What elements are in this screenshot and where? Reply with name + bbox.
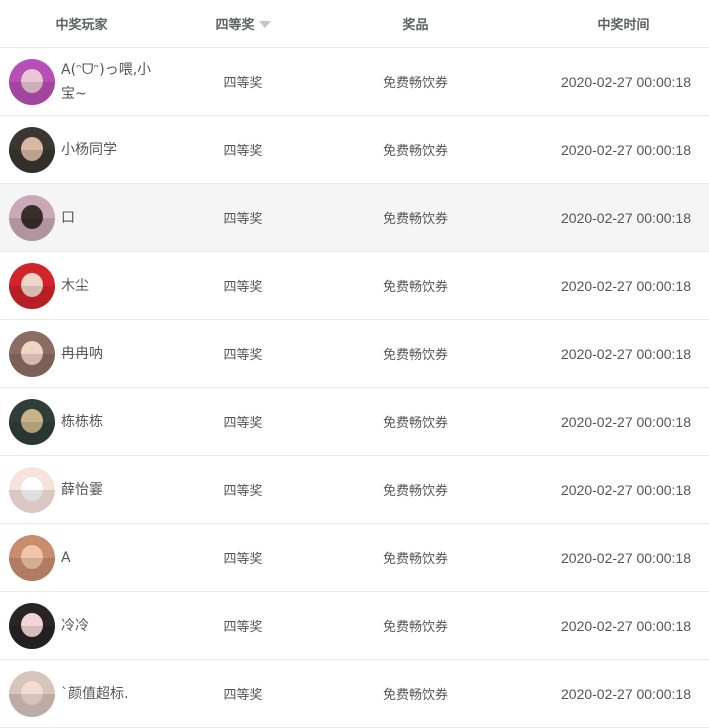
avatar	[9, 194, 55, 241]
prize-name: 免费畅饮券	[382, 416, 448, 431]
prize-name: 免费畅饮券	[382, 620, 448, 635]
win-time: 2020-02-27 00:00:18	[561, 209, 691, 226]
table-row: 小杨同学 四等奖 免费畅饮券 2020-02-27 00:00:18	[0, 116, 709, 184]
avatar-shade	[9, 81, 55, 105]
win-time: 2020-02-27 00:00:18	[561, 73, 691, 90]
column-header-level[interactable]: 四等奖	[163, 14, 323, 33]
player-name: 薛怡霎	[61, 481, 103, 498]
win-time: 2020-02-27 00:00:18	[561, 685, 691, 702]
prize-name: 免费畅饮券	[382, 212, 448, 227]
avatar	[9, 58, 55, 105]
player-name: 栋栋栋	[61, 413, 103, 430]
table-row: 冉冉呐 四等奖 免费畅饮券 2020-02-27 00:00:18	[0, 320, 709, 388]
player-cell: 栋栋栋	[0, 398, 163, 445]
player-name: 口	[61, 209, 75, 226]
prize-level: 四等奖	[223, 484, 263, 499]
prize-level: 四等奖	[223, 348, 263, 363]
player-name: A(ᵔᗜᵔ)っ喂,小宝~	[61, 61, 152, 102]
avatar	[9, 534, 55, 581]
win-time: 2020-02-27 00:00:18	[561, 617, 691, 634]
player-cell: 冷冷	[0, 602, 163, 649]
win-time: 2020-02-27 00:00:18	[561, 277, 691, 294]
avatar-shade	[9, 625, 55, 649]
prize-level: 四等奖	[223, 280, 263, 295]
player-cell: 小杨同学	[0, 126, 163, 173]
table-row: 口 四等奖 免费畅饮券 2020-02-27 00:00:18	[0, 184, 709, 252]
level-filter-dropdown[interactable]: 四等奖	[215, 14, 271, 33]
win-time: 2020-02-27 00:00:18	[561, 549, 691, 566]
prize-name: 免费畅饮券	[382, 280, 448, 295]
player-name: 小杨同学	[61, 141, 117, 158]
avatar-shade	[9, 149, 55, 173]
table-row: 栋栋栋 四等奖 免费畅饮券 2020-02-27 00:00:18	[0, 388, 709, 456]
column-header-level-label: 四等奖	[215, 18, 255, 33]
prize-name: 免费畅饮券	[382, 552, 448, 567]
column-header-prize: 奖品	[402, 18, 429, 33]
player-name: A	[61, 549, 71, 566]
avatar	[9, 262, 55, 309]
prize-name: 免费畅饮券	[382, 688, 448, 703]
table-row: 薛怡霎 四等奖 免费畅饮券 2020-02-27 00:00:18	[0, 456, 709, 524]
avatar-shade	[9, 557, 55, 581]
player-name: 冷冷	[61, 617, 89, 634]
column-header-time: 中奖时间	[597, 18, 650, 33]
avatar	[9, 466, 55, 513]
winners-table: 中奖玩家 四等奖 奖品 中奖时间 A(ᵔᗜᵔ)っ喂,小宝~ 四等奖 免费畅饮券 202…	[0, 0, 709, 728]
player-cell: 冉冉呐	[0, 330, 163, 377]
avatar	[9, 126, 55, 173]
prize-level: 四等奖	[223, 144, 263, 159]
avatar-shade	[9, 693, 55, 717]
table-row: 冷冷 四等奖 免费畅饮券 2020-02-27 00:00:18	[0, 592, 709, 660]
win-time: 2020-02-27 00:00:18	[561, 413, 691, 430]
player-cell: A(ᵔᗜᵔ)っ喂,小宝~	[0, 58, 163, 106]
avatar	[9, 602, 55, 649]
column-header-player: 中奖玩家	[55, 18, 108, 33]
prize-level: 四等奖	[223, 416, 263, 431]
win-time: 2020-02-27 00:00:18	[561, 141, 691, 158]
avatar	[9, 330, 55, 377]
avatar-shade	[9, 353, 55, 377]
prize-name: 免费畅饮券	[382, 484, 448, 499]
player-name: 冉冉呐	[61, 345, 103, 362]
avatar	[9, 670, 55, 717]
prize-level: 四等奖	[223, 552, 263, 567]
table-row: 木尘 四等奖 免费畅饮券 2020-02-27 00:00:18	[0, 252, 709, 320]
table-row: A 四等奖 免费畅饮券 2020-02-27 00:00:18	[0, 524, 709, 592]
win-time: 2020-02-27 00:00:18	[561, 481, 691, 498]
win-time: 2020-02-27 00:00:18	[561, 345, 691, 362]
avatar-shade	[9, 285, 55, 309]
prize-level: 四等奖	[223, 688, 263, 703]
player-name: `颜值超标.	[61, 685, 129, 702]
prize-level: 四等奖	[223, 212, 263, 227]
avatar-shade	[9, 217, 55, 241]
caret-down-icon[interactable]	[258, 21, 271, 28]
player-cell: 木尘	[0, 262, 163, 309]
table-body: A(ᵔᗜᵔ)っ喂,小宝~ 四等奖 免费畅饮券 2020-02-27 00:00:18 小…	[0, 48, 709, 728]
player-cell: 口	[0, 194, 163, 241]
prize-level: 四等奖	[223, 76, 263, 91]
prize-level: 四等奖	[223, 620, 263, 635]
player-cell: 薛怡霎	[0, 466, 163, 513]
table-header: 中奖玩家 四等奖 奖品 中奖时间	[0, 0, 709, 48]
player-cell: `颜值超标.	[0, 670, 163, 717]
table-row: A(ᵔᗜᵔ)っ喂,小宝~ 四等奖 免费畅饮券 2020-02-27 00:00:18	[0, 48, 709, 116]
table-row: `颜值超标. 四等奖 免费畅饮券 2020-02-27 00:00:18	[0, 660, 709, 728]
player-cell: A	[0, 534, 163, 581]
prize-name: 免费畅饮券	[382, 348, 448, 363]
player-name: 木尘	[61, 277, 89, 294]
prize-name: 免费畅饮券	[382, 76, 448, 91]
prize-name: 免费畅饮券	[382, 144, 448, 159]
avatar-shade	[9, 421, 55, 445]
avatar	[9, 398, 55, 445]
avatar-shade	[9, 489, 55, 513]
